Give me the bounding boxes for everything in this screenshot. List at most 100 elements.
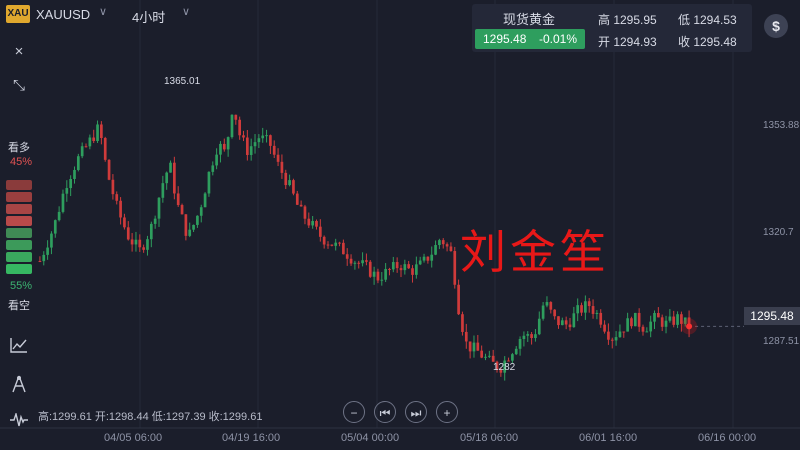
candle-body (633, 312, 637, 327)
candle-body (299, 204, 303, 207)
candle-body (549, 302, 553, 310)
candle-body (326, 244, 330, 246)
min-price-label: 1282 (493, 362, 516, 373)
drawing-tool-icon[interactable] (8, 375, 30, 397)
candle-body (119, 200, 122, 218)
candle-body (257, 138, 261, 143)
candle-body (46, 247, 49, 255)
x-tick-label: 06/16 00:00 (698, 432, 757, 444)
candle-body (165, 172, 169, 184)
symbol-selector[interactable]: XAUUSD (36, 7, 90, 22)
candle-body (253, 142, 257, 147)
candle-body (595, 312, 599, 314)
candle-body (272, 145, 276, 155)
candle-body (530, 334, 533, 339)
dollar-icon[interactable]: $ (764, 14, 788, 38)
candle-body (622, 331, 626, 333)
candle-body (557, 316, 560, 326)
candle-body (399, 268, 403, 271)
candle-body (234, 114, 238, 120)
candle-body (388, 268, 391, 270)
candle-body (318, 226, 322, 237)
bullish-percent: 45% (10, 156, 33, 168)
candle-body (372, 271, 376, 277)
candle-body (322, 236, 326, 245)
candle-body (142, 247, 145, 250)
zoom-out-button[interactable]: − (343, 401, 365, 423)
candle-body (522, 335, 526, 340)
candle-body (342, 242, 345, 255)
candle-body (73, 169, 76, 179)
candle-body (146, 239, 149, 250)
candle-body (445, 244, 449, 247)
candle-body (84, 146, 88, 148)
candle-body (169, 162, 172, 173)
x-tick-label: 04/19 16:00 (222, 432, 281, 444)
interval-selector[interactable]: 4小时 (132, 7, 165, 26)
candle-body (487, 355, 491, 357)
candle-body (76, 156, 80, 170)
candle-body (69, 178, 72, 189)
scroll-end-button[interactable]: ⏭ (405, 401, 427, 423)
candle-body (103, 137, 107, 160)
scroll-start-button[interactable]: ⏮ (374, 401, 396, 423)
candle-body (480, 350, 484, 358)
candle-body (65, 188, 69, 194)
candle-body (610, 339, 614, 341)
candle-body (534, 334, 537, 339)
candle-body (434, 245, 437, 255)
candle-body (607, 331, 610, 340)
candle-body (618, 331, 622, 338)
candlestick-chart[interactable] (0, 0, 800, 450)
chevron-down-icon[interactable]: ∨ (182, 5, 190, 18)
close-icon[interactable]: × (8, 41, 30, 63)
candle-body (422, 256, 426, 261)
candle-body (357, 262, 361, 264)
candle-body (484, 356, 487, 358)
candle-body (353, 262, 357, 264)
candle-body (626, 318, 629, 332)
chevron-down-icon[interactable]: ∨ (99, 5, 107, 18)
candle-body (230, 114, 234, 138)
candle-body (461, 314, 464, 332)
candle-body (276, 154, 280, 162)
candle-body (42, 254, 46, 262)
candle-body (545, 302, 549, 306)
candle-body (668, 316, 672, 321)
candle-body (180, 205, 184, 215)
candle-body (50, 233, 53, 248)
candle-body (345, 254, 349, 259)
candle-body (526, 334, 530, 336)
open-value: 开 1294.93 (598, 35, 657, 49)
candle-body (222, 143, 226, 150)
bearish-percent: 55% (10, 280, 33, 292)
candle-body (149, 223, 153, 240)
candle-body (215, 154, 218, 166)
collapse-icon[interactable]: ⤡ (8, 75, 30, 97)
indicator-icon[interactable] (8, 337, 30, 359)
max-price-label: 1365.01 (164, 76, 201, 87)
candle-body (468, 341, 472, 352)
current-price: 1295.48 (483, 32, 527, 46)
x-tick-label: 04/05 06:00 (104, 432, 163, 444)
candle-body (269, 135, 272, 146)
candle-body (676, 314, 679, 325)
candle-body (599, 312, 603, 325)
candle-body (211, 165, 215, 172)
candle-body (391, 262, 395, 270)
zoom-in-button[interactable]: + (436, 401, 458, 423)
candle-body (100, 124, 103, 138)
candle-body (80, 146, 84, 157)
waveform-icon[interactable] (8, 411, 30, 434)
candle-body (157, 197, 161, 219)
candle-body (415, 264, 418, 275)
candle-body (192, 224, 195, 230)
x-tick-label: 05/18 06:00 (460, 432, 519, 444)
candle-body (61, 193, 65, 212)
candle-body (641, 326, 645, 332)
candle-body (176, 193, 180, 206)
candle-body (123, 217, 126, 228)
candle-body (614, 337, 618, 341)
candle-body (653, 313, 656, 322)
candle-body (207, 171, 211, 194)
